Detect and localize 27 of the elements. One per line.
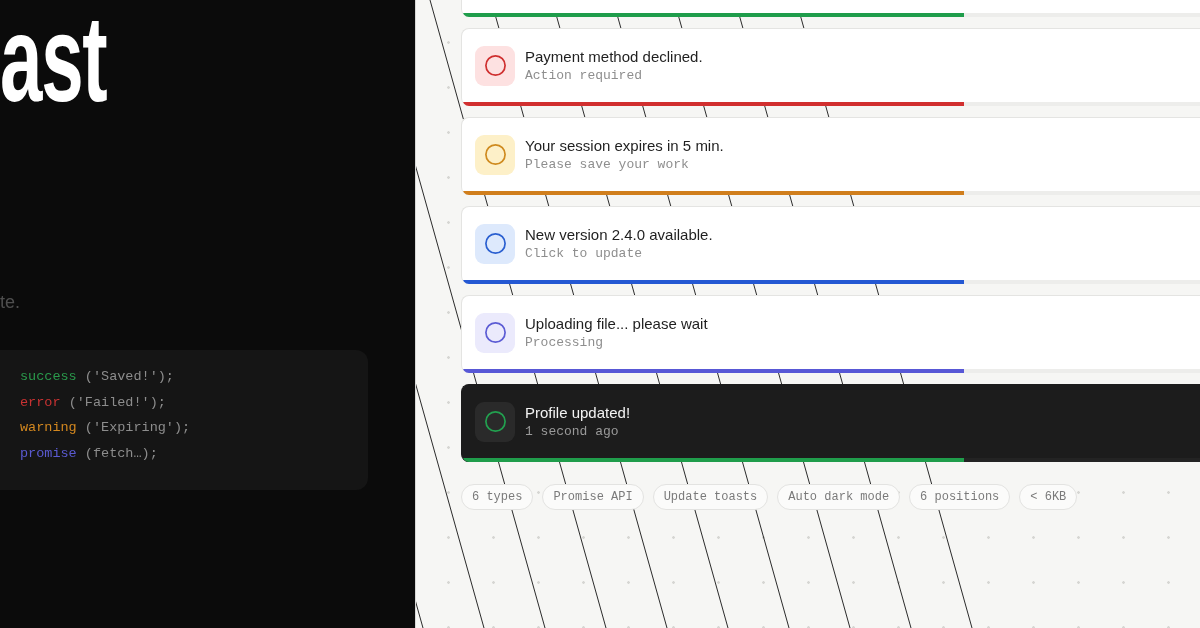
code-line: success ('Saved!'); xyxy=(20,368,174,386)
ring-icon xyxy=(475,223,515,264)
toast-title: Profile updated! xyxy=(525,402,631,422)
feature-tag: Auto dark mode xyxy=(777,484,901,510)
toast-title: New version 2.4.0 available. xyxy=(525,224,713,244)
ring-icon xyxy=(475,312,515,353)
code-line: promise (fetch…); xyxy=(20,444,158,463)
toast-subtitle: Please save your work xyxy=(525,155,689,174)
ring-icon xyxy=(475,401,515,442)
toast-title: Payment method declined. xyxy=(525,46,703,66)
ring-icon xyxy=(475,134,515,175)
toast-title: Uploading file... please wait xyxy=(525,313,708,333)
feature-tag: 6 types xyxy=(461,484,534,510)
toast-subtitle: Action required xyxy=(525,66,643,85)
toast-subtitle: Click to update xyxy=(525,244,643,263)
tagline-text: te. xyxy=(0,291,20,313)
code-line: warning ('Expiring'); xyxy=(20,419,191,437)
code-line: error ('Failed!'); xyxy=(20,393,166,412)
toast-subtitle: 1 second ago xyxy=(525,422,619,441)
feature-tag: < 6KB xyxy=(1019,484,1078,510)
feature-tag: Promise API xyxy=(542,484,644,510)
ring-icon xyxy=(475,45,515,86)
toast-title: Your session expires in 5 min. xyxy=(525,135,724,155)
feature-tag: 6 positions xyxy=(909,484,1011,510)
hero-title: ast xyxy=(0,4,107,114)
toast-subtitle: Processing xyxy=(525,333,603,352)
feature-tag: Update toasts xyxy=(652,484,769,510)
